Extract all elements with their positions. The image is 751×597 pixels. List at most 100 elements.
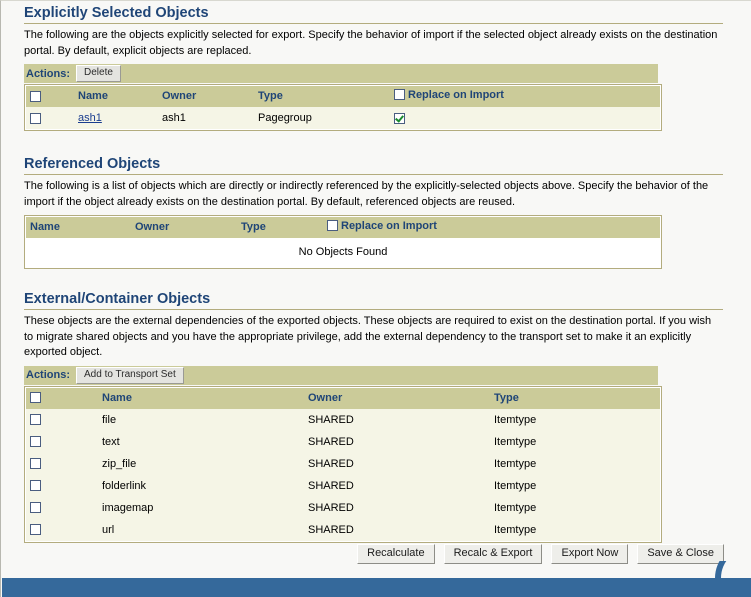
row-select-cell xyxy=(26,518,98,541)
row-owner-cell: SHARED xyxy=(304,496,490,519)
row-select-checkbox[interactable] xyxy=(30,458,41,470)
column-type[interactable]: Type xyxy=(237,217,323,238)
column-type[interactable]: Type xyxy=(254,86,390,107)
row-name-cell: file xyxy=(98,408,304,431)
select-all-checkbox[interactable] xyxy=(30,392,41,404)
table-row: imagemap SHARED Itemtype xyxy=(26,496,660,519)
column-name[interactable]: Name xyxy=(74,86,158,107)
actions-bar-explicit: Actions: Delete xyxy=(24,64,658,83)
table-row: folderlink SHARED Itemtype xyxy=(26,474,660,497)
row-owner-cell: SHARED xyxy=(304,430,490,453)
row-name-cell: zip_file xyxy=(98,452,304,475)
replace-on-import-all-checkbox[interactable] xyxy=(394,89,405,101)
external-objects-table-wrap: Name Owner Type file SHARED Itemtype tex… xyxy=(24,385,662,543)
replace-on-import-all-checkbox[interactable] xyxy=(327,220,338,232)
row-select-cell xyxy=(26,107,74,129)
section-description: The following are the objects explicitly… xyxy=(24,29,718,57)
row-select-checkbox[interactable] xyxy=(30,524,41,536)
row-select-checkbox[interactable] xyxy=(30,436,41,448)
explicit-objects-table-wrap: Name Owner Type Replace on Import ash1 a… xyxy=(24,84,662,131)
row-select-checkbox[interactable] xyxy=(30,414,41,426)
row-select-cell xyxy=(26,452,98,475)
row-name-cell: ash1 xyxy=(74,107,158,129)
row-type-cell: Itemtype xyxy=(490,518,660,541)
column-owner[interactable]: Owner xyxy=(304,387,490,409)
column-name[interactable]: Name xyxy=(26,217,131,238)
row-type-cell: Itemtype xyxy=(490,474,660,497)
column-select-all xyxy=(26,387,98,409)
delete-button[interactable]: Delete xyxy=(76,65,121,82)
row-name-cell: folderlink xyxy=(98,474,304,497)
external-objects-tbody: file SHARED Itemtype text SHARED Itemtyp… xyxy=(26,408,660,541)
table-empty-row: No Objects Found xyxy=(26,238,660,267)
table-header-row: Name Owner Type Replace on Import xyxy=(26,86,660,107)
column-replace-on-import: Replace on Import xyxy=(323,217,660,238)
referenced-objects-table-wrap: Name Owner Type Replace on Import No Obj… xyxy=(24,215,662,269)
row-owner-cell: SHARED xyxy=(304,408,490,431)
referenced-objects-table: Name Owner Type Replace on Import No Obj… xyxy=(26,217,660,267)
row-owner-cell: SHARED xyxy=(304,518,490,541)
footer-corner-curve xyxy=(715,561,751,578)
row-type-cell: Itemtype xyxy=(490,430,660,453)
table-row: zip_file SHARED Itemtype xyxy=(26,452,660,475)
add-to-transport-set-button[interactable]: Add to Transport Set xyxy=(76,366,184,384)
section-title: Explicitly Selected Objects xyxy=(24,5,209,21)
table-row: text SHARED Itemtype xyxy=(26,430,660,453)
section-referenced-objects: Referenced Objects The following is a li… xyxy=(24,156,724,269)
row-select-cell xyxy=(26,408,98,431)
export-now-button[interactable]: Export Now xyxy=(551,544,629,564)
select-all-checkbox[interactable] xyxy=(30,90,41,102)
actions-label: Actions: xyxy=(26,369,70,381)
row-select-checkbox[interactable] xyxy=(30,112,41,124)
column-name[interactable]: Name xyxy=(98,387,304,409)
section-external-container-objects: External/Container Objects These objects… xyxy=(24,291,724,543)
actions-label: Actions: xyxy=(26,67,70,80)
row-type-cell: Itemtype xyxy=(490,408,660,431)
row-select-checkbox[interactable] xyxy=(30,502,41,514)
row-name-cell: url xyxy=(98,518,304,541)
table-header-row: Name Owner Type xyxy=(26,387,660,409)
recalculate-button[interactable]: Recalculate xyxy=(357,544,435,564)
row-owner-cell: SHARED xyxy=(304,452,490,475)
footer-bar xyxy=(2,578,751,597)
section-title: Referenced Objects xyxy=(24,156,161,172)
column-replace-on-import-label: Replace on Import xyxy=(408,88,504,101)
column-replace-on-import: Replace on Import xyxy=(390,86,660,107)
row-select-cell xyxy=(26,496,98,519)
table-row: url SHARED Itemtype xyxy=(26,518,660,541)
row-replace-on-import-checkbox[interactable] xyxy=(394,112,405,124)
no-objects-found-message: No Objects Found xyxy=(26,238,660,267)
save-and-close-button[interactable]: Save & Close xyxy=(637,544,724,564)
explicit-objects-table: Name Owner Type Replace on Import ash1 a… xyxy=(26,86,660,129)
row-select-cell xyxy=(26,430,98,453)
section-description: The following is a list of objects which… xyxy=(24,180,709,208)
section-divider xyxy=(24,174,723,175)
row-select-cell xyxy=(26,474,98,497)
table-header-row: Name Owner Type Replace on Import xyxy=(26,217,660,238)
column-replace-on-import-label: Replace on Import xyxy=(341,219,437,232)
actions-bar-external: Actions: Add to Transport Set xyxy=(24,365,658,385)
column-owner[interactable]: Owner xyxy=(158,86,254,107)
section-explicitly-selected-objects: Explicitly Selected Objects The followin… xyxy=(24,5,724,131)
row-replace-cell xyxy=(390,107,660,129)
row-type-cell: Itemtype xyxy=(490,496,660,519)
object-name-link[interactable]: ash1 xyxy=(78,112,102,124)
column-type[interactable]: Type xyxy=(490,387,660,409)
row-select-checkbox[interactable] xyxy=(30,480,41,492)
row-owner-cell: ash1 xyxy=(158,107,254,129)
external-objects-table: Name Owner Type file SHARED Itemtype tex… xyxy=(26,387,660,541)
row-name-cell: imagemap xyxy=(98,496,304,519)
section-title: External/Container Objects xyxy=(24,291,211,307)
section-description: These objects are the external dependenc… xyxy=(24,315,712,358)
section-divider xyxy=(24,23,723,24)
table-row: file SHARED Itemtype xyxy=(26,408,660,431)
page-root: Explicitly Selected Objects The followin… xyxy=(0,0,751,597)
column-owner[interactable]: Owner xyxy=(131,217,237,238)
footer-button-group: Recalculate Recalc & Export Export Now S… xyxy=(357,544,724,564)
row-name-cell: text xyxy=(98,430,304,453)
recalc-and-export-button[interactable]: Recalc & Export xyxy=(443,544,543,564)
column-select-all xyxy=(26,86,74,107)
section-divider xyxy=(24,309,723,310)
